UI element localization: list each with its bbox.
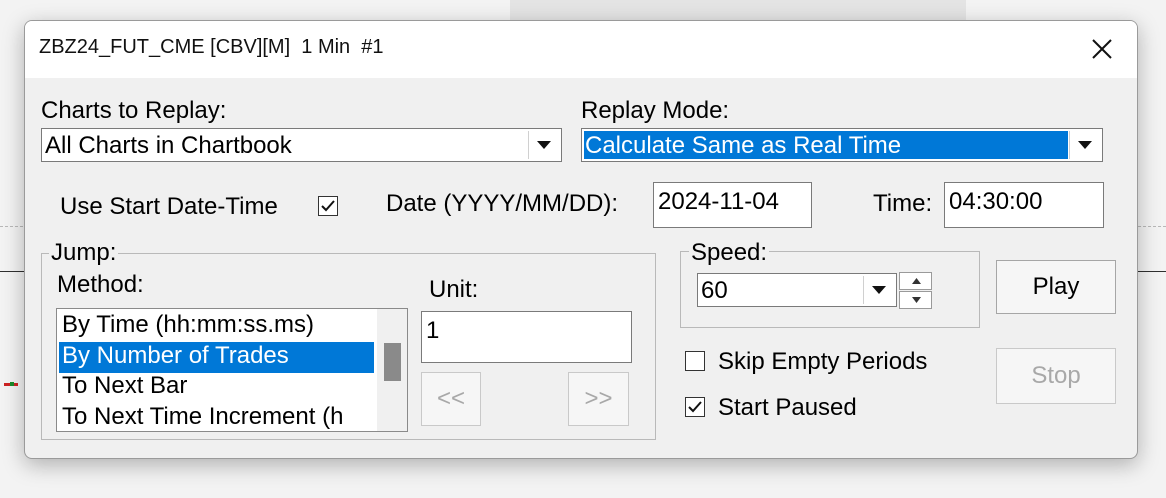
method-listbox[interactable]: By Time (hh:mm:ss.ms) By Number of Trade… — [56, 308, 408, 432]
jump-forward-label: >> — [584, 385, 613, 412]
speed-dropdown-button[interactable] — [863, 276, 894, 304]
unit-label: Unit: — [429, 276, 479, 303]
close-button[interactable] — [1082, 31, 1122, 67]
title-bar: ZBZ24_FUT_CME [CBV][M] 1 Min #1 — [25, 21, 1137, 78]
charts-to-replay-dropdown-button[interactable] — [528, 131, 559, 159]
speed-group-label: Speed: — [689, 239, 770, 267]
play-button[interactable]: Play — [996, 260, 1116, 314]
speed-increase-button[interactable] — [899, 272, 932, 290]
date-input[interactable]: 2024-11-04 — [653, 182, 812, 228]
date-value: 2024-11-04 — [658, 188, 779, 215]
method-label: Method: — [57, 271, 144, 298]
background-panel — [510, 0, 966, 22]
start-paused-label: Start Paused — [718, 394, 857, 421]
date-label: Date (YYYY/MM/DD): — [386, 190, 619, 217]
checkmark-icon — [688, 401, 702, 413]
unit-input[interactable]: 1 — [421, 311, 632, 363]
speed-spinner[interactable] — [899, 272, 932, 310]
use-start-datetime-label: Use Start Date-Time — [60, 193, 278, 220]
checkmark-icon — [321, 200, 335, 212]
time-value: 04:30:00 — [949, 188, 1043, 215]
skip-empty-periods-label: Skip Empty Periods — [718, 348, 928, 375]
method-scrollbar-thumb[interactable] — [384, 343, 401, 381]
speed-value: 60 — [701, 277, 728, 304]
replay-mode-label: Replay Mode: — [581, 97, 730, 124]
skip-empty-periods-checkbox[interactable] — [685, 351, 705, 371]
charts-to-replay-value: All Charts in Chartbook — [45, 132, 292, 159]
start-paused-checkbox[interactable] — [685, 397, 705, 417]
stop-label: Stop — [1031, 362, 1081, 389]
speed-decrease-button[interactable] — [899, 291, 932, 309]
method-scrollbar[interactable] — [377, 309, 407, 431]
chevron-down-icon — [872, 286, 886, 294]
close-icon — [1092, 39, 1112, 59]
method-item[interactable]: To Next Bar — [59, 372, 374, 403]
time-input[interactable]: 04:30:00 — [944, 182, 1104, 228]
method-item[interactable]: By Time (hh:mm:ss.ms) — [59, 311, 374, 342]
charts-to-replay-label: Charts to Replay: — [41, 97, 227, 124]
replay-dialog: ZBZ24_FUT_CME [CBV][M] 1 Min #1 Charts t… — [24, 20, 1138, 459]
arrow-down-icon — [912, 297, 921, 303]
jump-group-label: Jump: — [49, 239, 119, 267]
unit-value: 1 — [426, 317, 440, 344]
jump-forward-button[interactable]: >> — [568, 372, 629, 426]
play-label: Play — [1032, 273, 1080, 300]
jump-back-label: << — [436, 385, 466, 412]
method-item[interactable]: To Next Time Increment (h — [59, 403, 374, 431]
charts-to-replay-select[interactable]: All Charts in Chartbook — [41, 128, 562, 162]
chevron-down-icon — [537, 141, 551, 149]
method-item-selected[interactable]: By Number of Trades — [59, 342, 374, 373]
use-start-datetime-checkbox[interactable] — [318, 196, 338, 216]
time-label: Time: — [873, 190, 933, 217]
jump-back-button[interactable]: << — [421, 372, 481, 426]
speed-select[interactable]: 60 — [697, 273, 897, 307]
background-chart-marker-green — [10, 382, 14, 386]
chevron-down-icon — [1078, 141, 1092, 149]
replay-mode-value: Calculate Same as Real Time — [585, 132, 902, 159]
replay-mode-dropdown-button[interactable] — [1069, 131, 1100, 159]
replay-mode-select[interactable]: Calculate Same as Real Time — [581, 128, 1103, 162]
arrow-up-icon — [912, 278, 921, 284]
window-title: ZBZ24_FUT_CME [CBV][M] 1 Min #1 — [39, 36, 384, 58]
stop-button[interactable]: Stop — [996, 348, 1116, 404]
